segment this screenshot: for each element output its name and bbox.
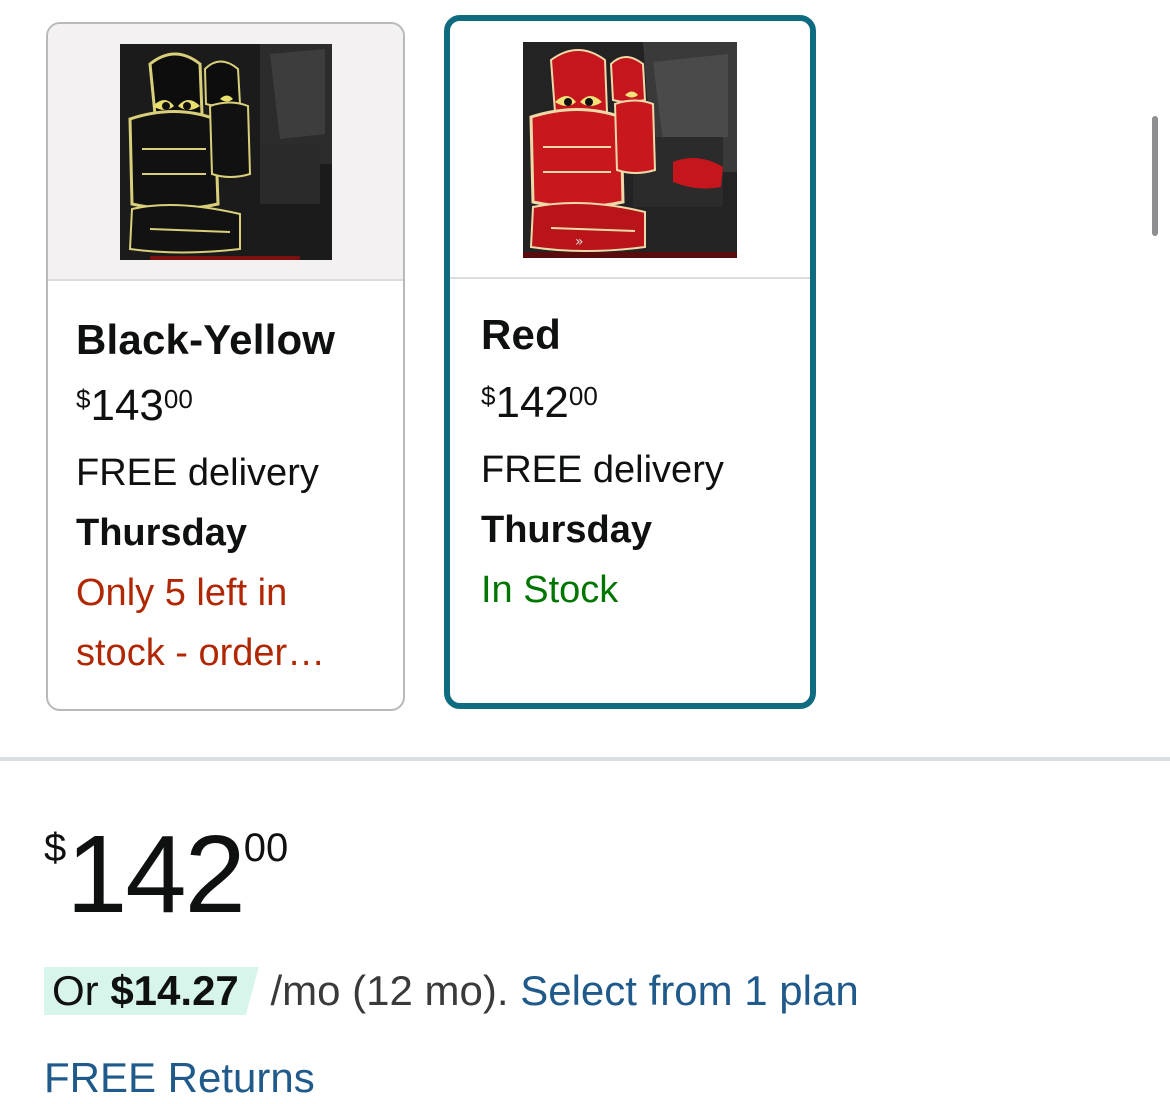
variant-price: $14200 bbox=[481, 381, 598, 425]
free-returns-link[interactable]: FREE Returns bbox=[44, 1054, 315, 1102]
main-price: $14200 bbox=[44, 820, 288, 930]
delivery-day: Thursday bbox=[481, 509, 653, 551]
scrollbar[interactable] bbox=[1152, 116, 1158, 236]
variant-image-area: » bbox=[450, 21, 810, 279]
installment-amount: $14.27 bbox=[110, 967, 239, 1014]
currency-symbol: $ bbox=[76, 384, 91, 414]
variant-price: $14300 bbox=[76, 384, 193, 428]
select-plan-link[interactable]: Select from 1 plan bbox=[520, 967, 859, 1014]
installment-badge: Or $14.27 bbox=[44, 967, 259, 1015]
installment-or-label: Or bbox=[52, 967, 99, 1014]
delivery-label: FREE delivery bbox=[481, 449, 724, 491]
currency-symbol: $ bbox=[481, 381, 496, 411]
delivery-day: Thursday bbox=[76, 512, 248, 554]
stock-status-line2: stock - order… bbox=[76, 632, 326, 674]
price-whole: 142 bbox=[66, 813, 246, 936]
variant-name: Red bbox=[481, 311, 561, 358]
price-fraction: 00 bbox=[568, 381, 598, 411]
installment-period: /mo (12 mo). bbox=[270, 967, 509, 1014]
price-fraction: 00 bbox=[243, 826, 289, 870]
variant-card-red[interactable]: » Red $14200 FREE delivery Thursday In S… bbox=[444, 15, 816, 709]
price-whole: 143 bbox=[90, 381, 164, 430]
delivery-label: FREE delivery bbox=[76, 452, 319, 494]
price-whole: 142 bbox=[495, 378, 569, 427]
svg-text:»: » bbox=[575, 234, 584, 250]
black-yellow-car-seat-cover-image bbox=[120, 44, 332, 260]
section-divider bbox=[0, 757, 1170, 761]
variant-name: Black-Yellow bbox=[76, 316, 336, 363]
installment-offer: Or $14.27 /mo (12 mo). Select from 1 pla… bbox=[44, 967, 859, 1015]
variant-image-area bbox=[48, 24, 403, 281]
stock-status: In Stock bbox=[481, 569, 619, 611]
red-car-seat-cover-image: » bbox=[523, 42, 737, 258]
currency-symbol: $ bbox=[44, 826, 67, 870]
variant-card-black-yellow[interactable]: Black-Yellow $14300 FREE delivery Thursd… bbox=[46, 22, 405, 711]
price-fraction: 00 bbox=[163, 384, 193, 414]
stock-status-line1: Only 5 left in bbox=[76, 572, 288, 614]
